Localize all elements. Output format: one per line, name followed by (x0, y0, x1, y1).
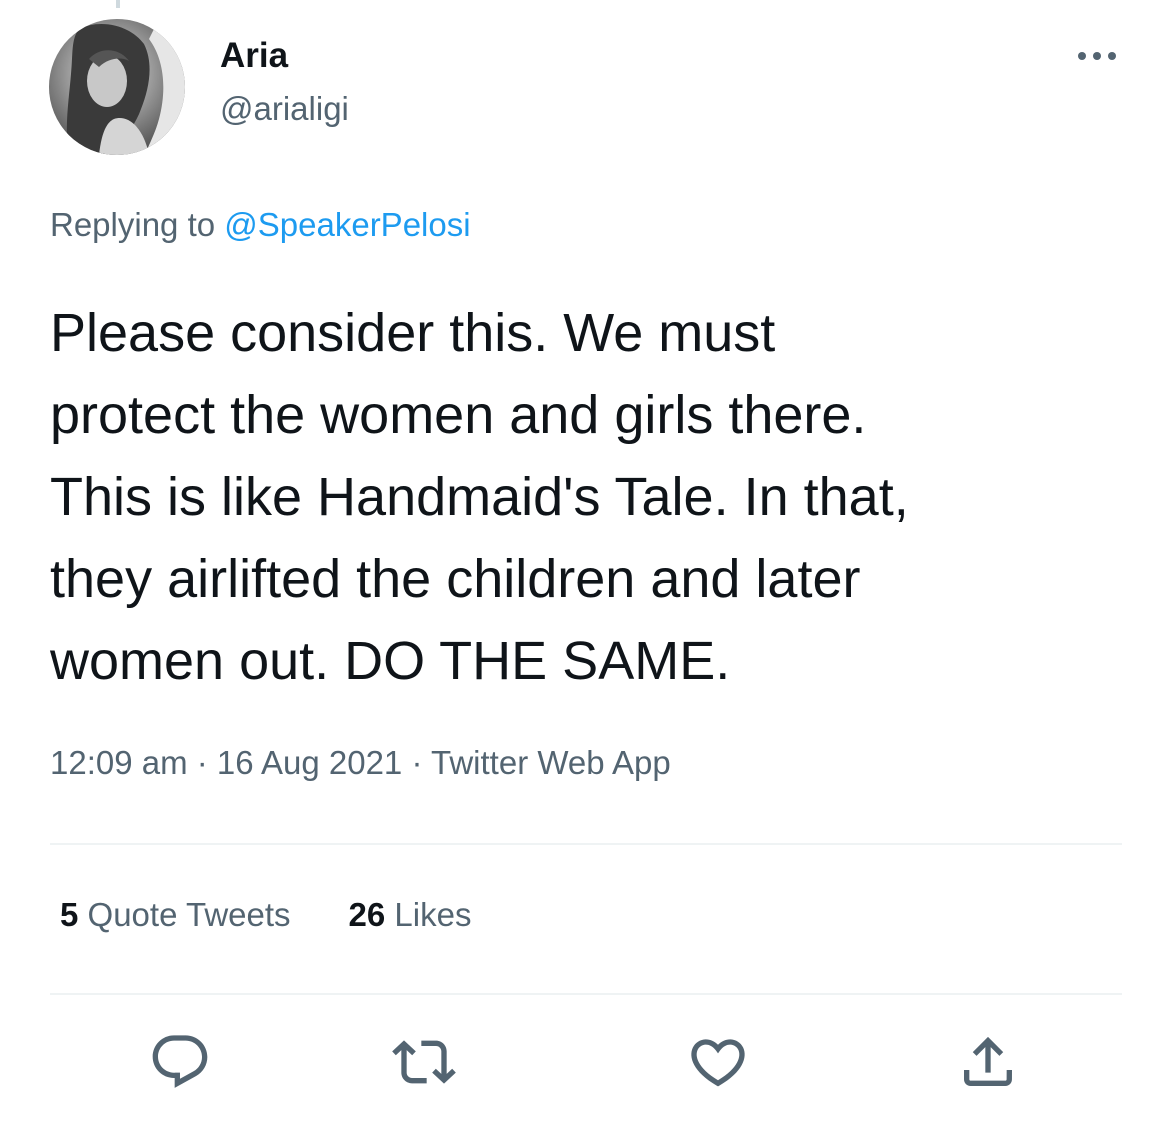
replying-to-line: Replying to @SpeakerPelosi (50, 206, 471, 244)
reply-icon (152, 1035, 208, 1088)
likes-count: 26 (348, 896, 386, 933)
tweet-text: Please consider this. We must protect th… (50, 292, 1130, 702)
like-button[interactable] (686, 1030, 750, 1094)
retweet-icon (392, 1040, 456, 1084)
quote-tweets-count: 5 (60, 896, 79, 933)
tweet-date[interactable]: 16 Aug 2021 (217, 744, 402, 781)
tweet-stats: 5 Quote Tweets 26 Likes (60, 896, 471, 934)
thread-connector-line (116, 0, 120, 8)
share-button[interactable] (956, 1030, 1020, 1094)
author-display-name[interactable]: Aria (220, 36, 288, 76)
tweet-text-line: protect the women and girls there. (50, 385, 867, 445)
tweet-action-bar (0, 1030, 1170, 1100)
more-dot-icon (1078, 52, 1086, 60)
divider (50, 993, 1122, 995)
tweet-text-line: women out. DO THE SAME. (50, 631, 731, 691)
share-icon (964, 1036, 1012, 1086)
replying-to-label: Replying to (50, 206, 225, 243)
like-icon (691, 1039, 745, 1087)
reply-button[interactable] (148, 1030, 212, 1094)
more-dot-icon (1093, 52, 1101, 60)
author-handle[interactable]: @arialigi (220, 90, 349, 128)
quote-tweets-stat[interactable]: 5 Quote Tweets (60, 896, 291, 934)
tweet-metadata: 12:09 am · 16 Aug 2021 · Twitter Web App (50, 744, 671, 782)
divider (50, 843, 1122, 845)
more-options-button[interactable] (1062, 38, 1132, 74)
meta-separator: · (187, 744, 217, 781)
retweet-button[interactable] (392, 1030, 456, 1094)
tweet-time[interactable]: 12:09 am (50, 744, 188, 781)
meta-separator: · (402, 744, 432, 781)
tweet-text-line: This is like Handmaid's Tale. In that, (50, 467, 909, 527)
more-dot-icon (1108, 52, 1116, 60)
likes-stat[interactable]: 26 Likes (349, 896, 472, 934)
tweet-text-line: they airlifted the children and later (50, 549, 861, 609)
avatar[interactable] (49, 19, 185, 155)
tweet-text-line: Please consider this. We must (50, 303, 776, 363)
tweet-source[interactable]: Twitter Web App (431, 744, 671, 781)
quote-tweets-label: Quote Tweets (78, 896, 291, 933)
likes-label: Likes (385, 896, 472, 933)
reply-mention-link[interactable]: @SpeakerPelosi (224, 206, 470, 243)
profile-photo-icon (49, 19, 185, 155)
